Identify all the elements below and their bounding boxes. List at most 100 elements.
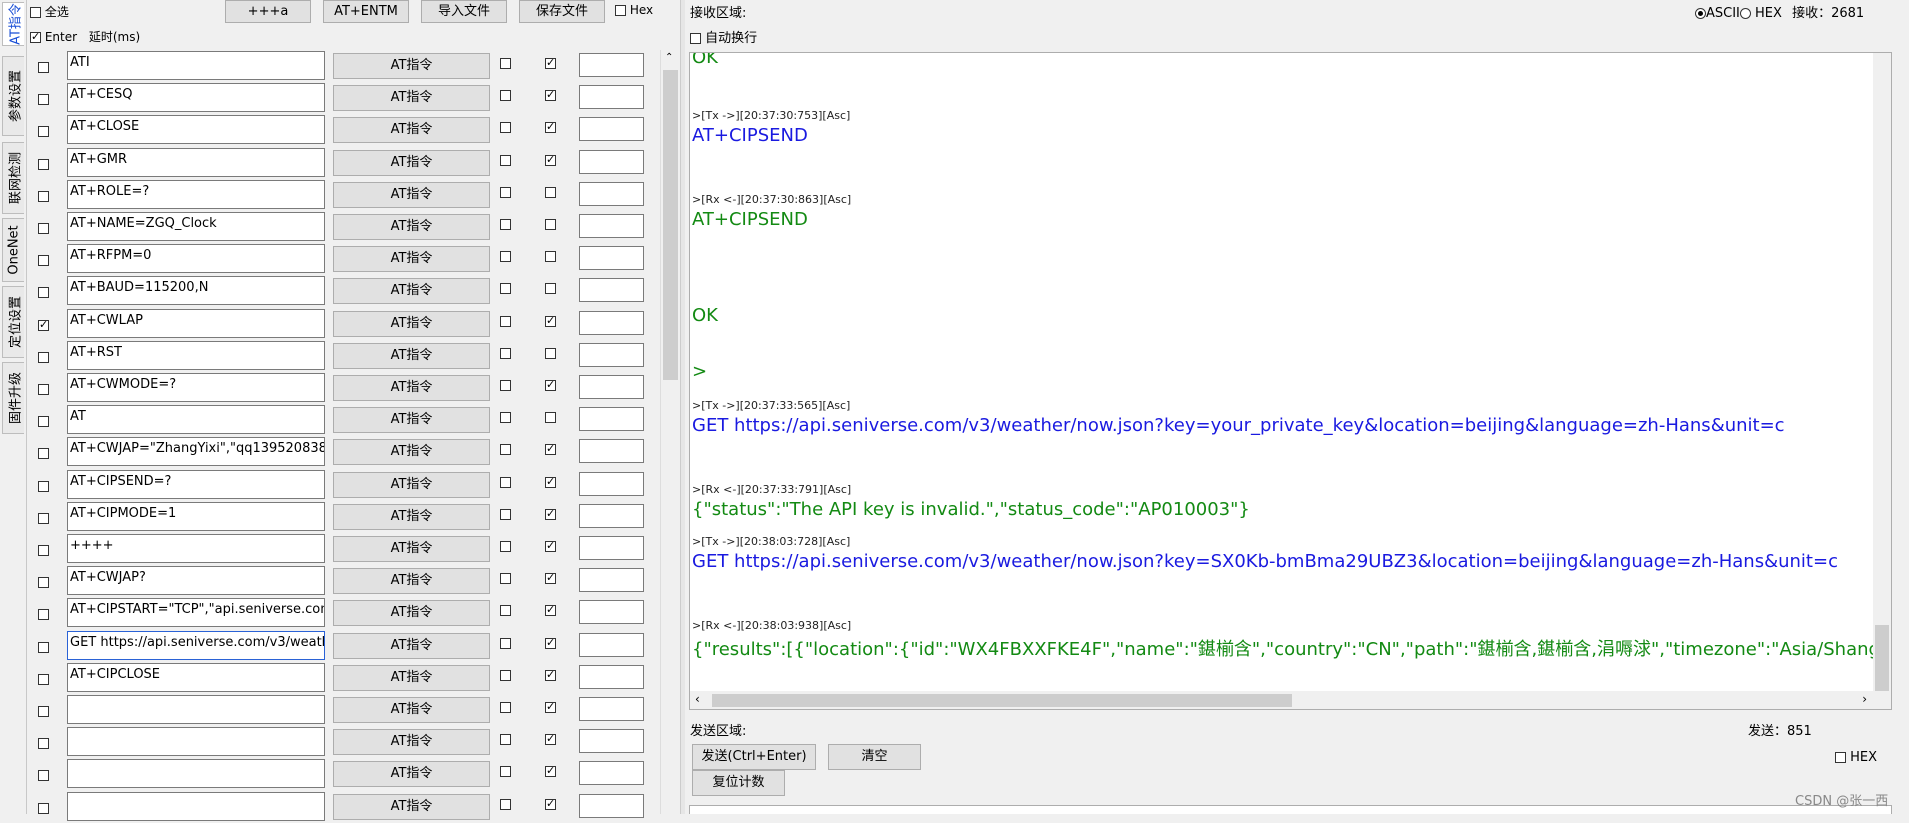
row-hex-checkbox[interactable] xyxy=(500,347,511,359)
row-select-checkbox[interactable] xyxy=(38,190,49,202)
command-input[interactable]: AT+CWJAP? xyxy=(67,566,325,596)
row-select-checkbox[interactable] xyxy=(38,480,49,492)
row-enter-checkbox[interactable] xyxy=(545,186,556,198)
reset-count-button[interactable]: 复位计数 xyxy=(692,770,785,796)
row-select-checkbox[interactable] xyxy=(38,287,49,299)
delay-input[interactable] xyxy=(579,632,644,657)
send-at-command-button[interactable]: AT指令 xyxy=(333,181,490,208)
hex-control[interactable]: Hex xyxy=(615,3,653,17)
command-input[interactable]: AT+BAUD=115200,N xyxy=(67,276,325,306)
row-select-checkbox[interactable] xyxy=(38,770,49,782)
ascii-radio[interactable] xyxy=(1695,8,1706,19)
command-list-scrollbar[interactable]: ⌃ xyxy=(660,50,680,814)
delay-input[interactable] xyxy=(579,407,644,432)
row-select-checkbox[interactable] xyxy=(38,126,49,138)
auto-wrap-control[interactable]: 自动换行 xyxy=(690,27,757,46)
row-hex-checkbox[interactable] xyxy=(500,251,511,263)
send-at-command-button[interactable]: AT指令 xyxy=(333,697,490,723)
send-at-command-button[interactable]: AT指令 xyxy=(333,310,490,337)
send-at-command-button[interactable]: AT指令 xyxy=(333,246,490,273)
send-at-command-button[interactable]: AT指令 xyxy=(333,53,490,79)
delay-input[interactable] xyxy=(579,278,644,303)
row-hex-checkbox[interactable] xyxy=(500,122,511,134)
row-enter-checkbox[interactable] xyxy=(545,219,556,230)
receive-log-hscroll-thumb[interactable] xyxy=(712,694,1292,707)
row-select-checkbox[interactable] xyxy=(38,416,49,428)
row-enter-checkbox[interactable] xyxy=(545,636,556,649)
command-input[interactable] xyxy=(67,759,325,789)
at-entm-button[interactable]: AT+ENTM xyxy=(323,0,409,23)
row-hex-checkbox[interactable] xyxy=(500,315,511,327)
row-enter-checkbox[interactable] xyxy=(545,668,556,681)
send-input[interactable] xyxy=(689,805,1892,814)
row-hex-checkbox[interactable] xyxy=(500,508,511,520)
send-at-command-button[interactable]: AT指令 xyxy=(333,214,490,240)
row-hex-checkbox[interactable] xyxy=(500,444,511,456)
row-select-checkbox[interactable] xyxy=(38,512,49,524)
auto-wrap-checkbox[interactable] xyxy=(690,33,701,44)
row-select-checkbox[interactable] xyxy=(38,545,49,556)
receive-log-hscroll[interactable]: ‹ › xyxy=(690,691,1891,709)
row-select-checkbox[interactable] xyxy=(38,223,49,234)
hex-radio[interactable] xyxy=(1739,8,1751,19)
row-enter-checkbox[interactable] xyxy=(545,56,556,69)
send-at-command-button[interactable]: AT指令 xyxy=(333,278,490,305)
delay-input[interactable] xyxy=(579,600,644,625)
row-enter-checkbox[interactable] xyxy=(545,539,556,552)
send-at-command-button[interactable]: AT指令 xyxy=(333,375,490,401)
row-hex-checkbox[interactable] xyxy=(500,669,511,681)
command-input[interactable] xyxy=(67,727,325,757)
send-at-command-button[interactable]: AT指令 xyxy=(333,793,490,820)
hex-checkbox[interactable] xyxy=(615,5,626,16)
row-select-checkbox[interactable] xyxy=(38,577,49,589)
row-select-checkbox[interactable] xyxy=(38,351,49,363)
row-select-checkbox[interactable] xyxy=(38,255,49,267)
tab-network-check[interactable]: 联网检测 xyxy=(2,142,24,214)
row-enter-checkbox[interactable] xyxy=(545,347,556,359)
send-at-command-button[interactable]: AT指令 xyxy=(333,342,490,369)
clear-button[interactable]: 清空 xyxy=(828,744,921,770)
delay-input[interactable] xyxy=(579,117,644,142)
row-enter-checkbox[interactable] xyxy=(545,88,556,102)
row-hex-checkbox[interactable] xyxy=(500,380,511,391)
delay-input[interactable] xyxy=(579,568,644,593)
panel-splitter[interactable] xyxy=(680,0,685,814)
plus-a-button[interactable]: +++a xyxy=(225,0,311,23)
row-hex-checkbox[interactable] xyxy=(500,219,511,230)
send-at-command-button[interactable]: AT指令 xyxy=(333,632,490,659)
tab-location-settings[interactable]: 定位设置 xyxy=(2,286,24,358)
row-enter-checkbox[interactable] xyxy=(545,120,556,134)
row-select-checkbox[interactable] xyxy=(38,641,49,653)
delay-input[interactable] xyxy=(579,214,644,238)
command-input[interactable]: AT+RST xyxy=(67,340,325,370)
tab-onenet[interactable]: OneNet xyxy=(2,218,24,282)
row-select-checkbox[interactable] xyxy=(38,384,49,395)
enter-control[interactable]: Enter 延时(ms) xyxy=(30,28,140,45)
command-input[interactable]: AT+NAME=ZGQ_Clock xyxy=(67,212,325,241)
delay-input[interactable] xyxy=(579,181,644,206)
row-enter-checkbox[interactable] xyxy=(545,251,556,263)
row-enter-checkbox[interactable] xyxy=(545,700,556,713)
row-hex-checkbox[interactable] xyxy=(500,154,511,166)
row-hex-checkbox[interactable] xyxy=(500,541,511,552)
tab-at-commands[interactable]: AT指令 xyxy=(2,2,24,46)
command-input[interactable]: GET https://api.seniverse.com/v3/weathe xyxy=(67,630,325,660)
tab-parameter-settings[interactable]: 参数设置 xyxy=(2,56,24,136)
row-enter-checkbox[interactable] xyxy=(545,314,556,327)
command-input[interactable]: AT+CWJAP="ZhangYixi","qq139520838 xyxy=(67,437,325,467)
send-at-command-button[interactable]: AT指令 xyxy=(333,568,490,595)
send-at-command-button[interactable]: AT指令 xyxy=(333,600,490,627)
command-input[interactable]: ++++ xyxy=(67,534,325,563)
delay-input[interactable] xyxy=(579,503,644,528)
select-all-checkbox[interactable] xyxy=(30,7,41,18)
row-select-checkbox[interactable] xyxy=(38,673,49,685)
send-at-command-button[interactable]: AT指令 xyxy=(333,729,490,756)
row-hex-checkbox[interactable] xyxy=(500,702,511,713)
row-select-checkbox[interactable] xyxy=(38,802,49,814)
send-at-command-button[interactable]: AT指令 xyxy=(333,664,490,691)
command-input[interactable]: AT+CIPCLOSE xyxy=(67,662,325,692)
command-input[interactable]: AT+RFPM=0 xyxy=(67,244,325,274)
delay-input[interactable] xyxy=(579,310,644,335)
delay-input[interactable] xyxy=(579,149,644,174)
command-input[interactable]: AT xyxy=(67,405,325,435)
